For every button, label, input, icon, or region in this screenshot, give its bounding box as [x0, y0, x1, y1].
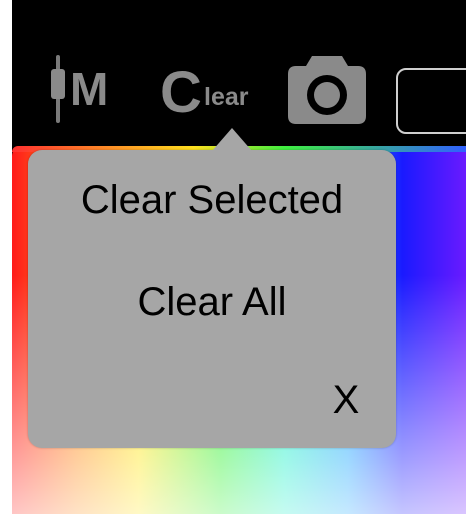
clear-small-text: lear — [204, 83, 249, 111]
clear-selected-button[interactable]: Clear Selected — [28, 176, 396, 224]
camera-button[interactable] — [286, 50, 368, 126]
popover-arrow — [212, 128, 252, 151]
mode-button[interactable]: M — [50, 55, 120, 123]
text-input-box[interactable] — [396, 68, 466, 134]
clear-button[interactable]: C lear — [160, 62, 270, 124]
mode-label: M — [70, 63, 109, 115]
slider-icon — [51, 55, 65, 123]
toolbar: M C lear — [12, 0, 466, 146]
close-popover-button[interactable]: X — [326, 376, 366, 424]
clear-all-button[interactable]: Clear All — [28, 278, 396, 326]
camera-icon — [288, 56, 366, 124]
clear-popover: Clear Selected Clear All X — [28, 128, 396, 448]
clear-big-letter: C — [160, 60, 202, 125]
